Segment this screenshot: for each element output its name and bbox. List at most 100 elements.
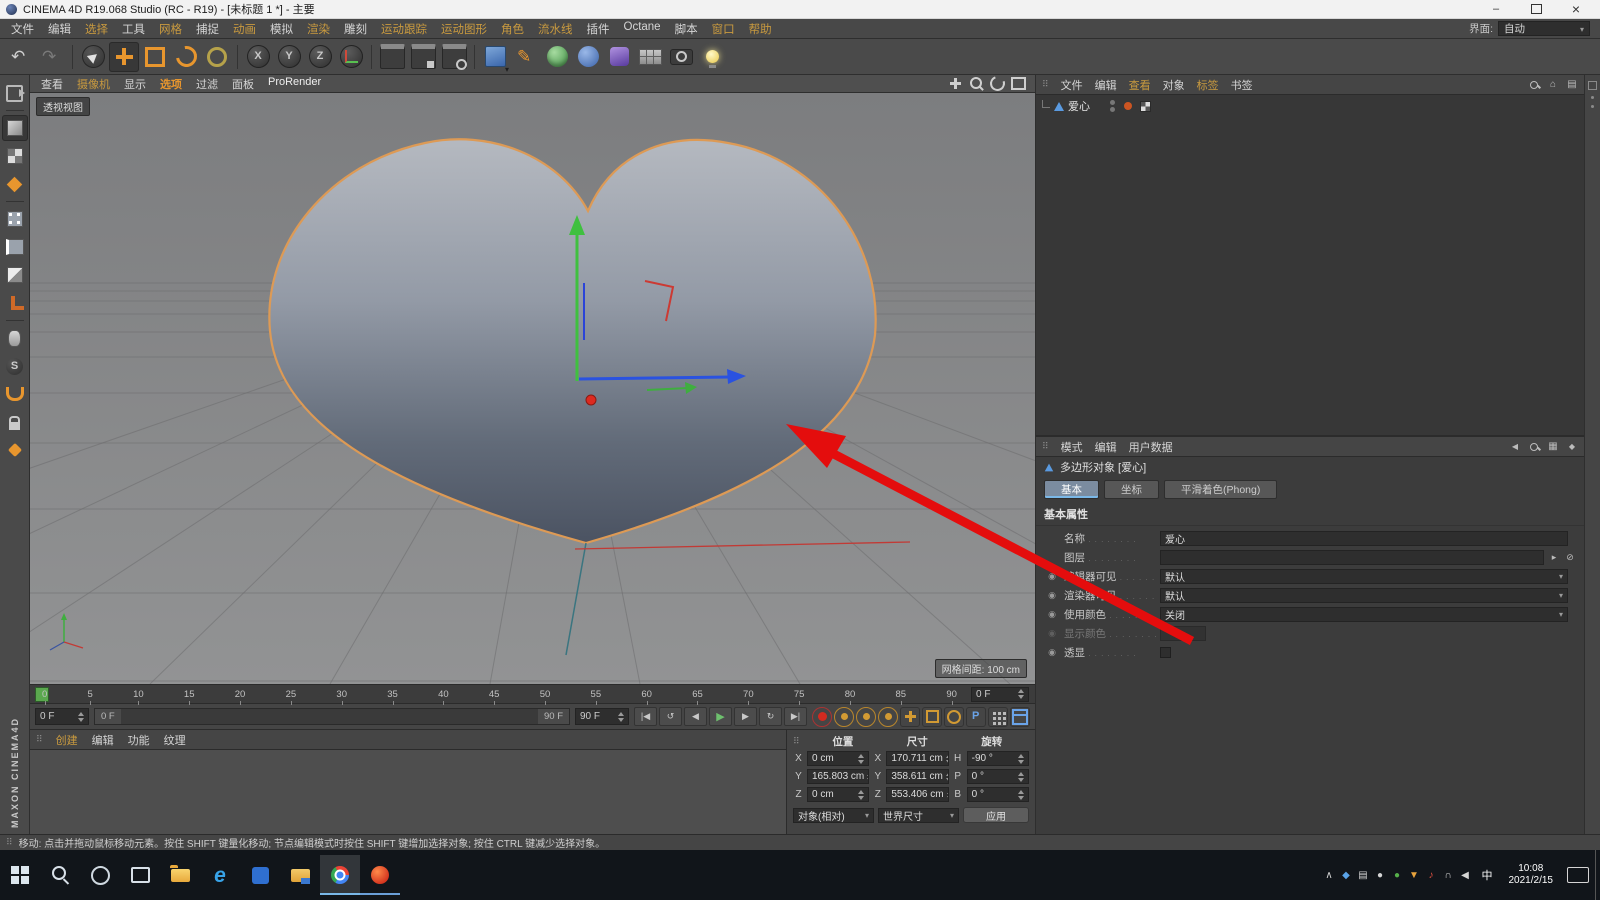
- scale-tool[interactable]: [140, 42, 170, 72]
- add-light-button[interactable]: [697, 42, 727, 72]
- attribute-menu-item[interactable]: 编辑: [1089, 439, 1123, 455]
- wechat-icon[interactable]: ●: [1389, 870, 1406, 881]
- input-language-indicator[interactable]: 中: [1474, 867, 1501, 883]
- position-y-field[interactable]: 165.803 cm: [807, 769, 869, 784]
- menu-item[interactable]: 插件: [580, 21, 617, 37]
- viewport-menu-item[interactable]: 显示: [117, 76, 153, 92]
- keyframe-position-toggle[interactable]: [900, 707, 920, 727]
- prev-frame-button[interactable]: ◀: [684, 707, 707, 726]
- add-camera-button[interactable]: [666, 42, 696, 72]
- task-view-button[interactable]: [120, 855, 160, 895]
- size-x-field[interactable]: 170.711 cm: [886, 751, 948, 766]
- live-selection-tool[interactable]: [78, 42, 108, 72]
- keyframe-dot-icon[interactable]: [1048, 571, 1056, 582]
- end-frame-field[interactable]: 90 F: [575, 708, 629, 725]
- menu-item[interactable]: 文件: [4, 21, 41, 37]
- name-field[interactable]: 爱心: [1160, 531, 1568, 546]
- polygons-mode-button[interactable]: [2, 262, 28, 288]
- last-used-tool[interactable]: [202, 42, 232, 72]
- menu-item[interactable]: 角色: [494, 21, 531, 37]
- move-tool[interactable]: [109, 42, 139, 72]
- viewport-menu-item[interactable]: 选项: [153, 76, 189, 92]
- folder-icon[interactable]: [280, 855, 320, 895]
- keyframe-pla-toggle[interactable]: [988, 707, 1008, 727]
- timeline-ruler[interactable]: 051015202530354045505560657075808590 0 F: [30, 684, 1035, 704]
- rotation-b-field[interactable]: 0 °: [967, 787, 1029, 802]
- autokey-position-button[interactable]: [834, 707, 854, 727]
- renderer-visibility-dropdown[interactable]: 默认: [1160, 588, 1568, 603]
- visibility-dots-icon[interactable]: [1110, 100, 1115, 112]
- viewport-menu-item[interactable]: 过滤: [189, 76, 225, 92]
- menu-item[interactable]: 网格: [152, 21, 189, 37]
- start-frame-field[interactable]: 0 F: [35, 708, 89, 725]
- coordinate-system-button[interactable]: [336, 42, 366, 72]
- preview-range-slider[interactable]: 0 F 90 F: [94, 708, 570, 725]
- render-settings-button[interactable]: [439, 42, 469, 72]
- viewport-maximize-icon[interactable]: [1010, 76, 1027, 91]
- volume-icon[interactable]: ◀: [1457, 870, 1474, 881]
- viewport-menu-item[interactable]: 面板: [225, 76, 261, 92]
- make-editable-button[interactable]: [2, 80, 28, 106]
- menu-item[interactable]: 窗口: [705, 21, 742, 37]
- layer-clear-icon[interactable]: [1564, 552, 1576, 563]
- menu-item[interactable]: 动画: [226, 21, 263, 37]
- render-picture-viewer-button[interactable]: [408, 42, 438, 72]
- viewport-canvas[interactable]: 透视视图 网格间距: 100 cm: [30, 93, 1035, 684]
- menu-item[interactable]: 运动跟踪: [374, 21, 434, 37]
- size-y-field[interactable]: 358.611 cm: [886, 769, 948, 784]
- menu-item[interactable]: 渲染: [300, 21, 337, 37]
- attribute-menu-item[interactable]: 模式: [1055, 439, 1089, 455]
- menu-item[interactable]: Octane: [617, 21, 668, 37]
- close-button[interactable]: [1556, 0, 1596, 19]
- display-icon[interactable]: ▤: [1355, 870, 1372, 881]
- autokey-rotation-button[interactable]: [878, 707, 898, 727]
- menu-item[interactable]: 模拟: [263, 21, 300, 37]
- x-axis-lock-button[interactable]: [243, 42, 273, 72]
- redo-button[interactable]: [37, 42, 67, 72]
- object-manager-menu-item[interactable]: 查看: [1123, 77, 1157, 93]
- download-icon[interactable]: ▼: [1406, 870, 1423, 881]
- keyframe-rotation-toggle[interactable]: [944, 707, 964, 727]
- next-frame-button[interactable]: ▶: [734, 707, 757, 726]
- points-mode-button[interactable]: [2, 206, 28, 232]
- menu-item[interactable]: 工具: [115, 21, 152, 37]
- range-end-handle[interactable]: 90 F: [538, 709, 569, 724]
- z-axis-lock-button[interactable]: [305, 42, 335, 72]
- panel-grip-icon[interactable]: [1042, 441, 1049, 452]
- object-tree[interactable]: 爱心: [1036, 95, 1584, 435]
- position-x-field[interactable]: 0 cm: [807, 751, 869, 766]
- layer-field[interactable]: [1160, 550, 1544, 565]
- play-button[interactable]: ▶: [709, 707, 732, 726]
- minimize-button[interactable]: [1476, 0, 1516, 19]
- transform-mode-dropdown[interactable]: 对象(相对): [793, 808, 874, 823]
- autokey-scale-button[interactable]: [856, 707, 876, 727]
- viewport-pan-icon[interactable]: [947, 76, 964, 91]
- lock-icon[interactable]: [1566, 441, 1578, 452]
- object-manager-menu-item[interactable]: 对象: [1157, 77, 1191, 93]
- taskbar-clock[interactable]: 10:08 2021/2/15: [1501, 863, 1562, 888]
- interface-dropdown[interactable]: 自动: [1498, 21, 1590, 36]
- lock-workplane-button[interactable]: [2, 409, 28, 435]
- use-color-dropdown[interactable]: 关闭: [1160, 607, 1568, 622]
- music-icon[interactable]: ♪: [1423, 870, 1440, 881]
- add-subdivision-surface-button[interactable]: [542, 42, 572, 72]
- texture-axis-button[interactable]: [2, 437, 28, 463]
- keyframe-dot-icon[interactable]: [1048, 647, 1056, 658]
- app-icon-blue[interactable]: [240, 855, 280, 895]
- rotate-tool[interactable]: [171, 42, 201, 72]
- viewport-zoom-icon[interactable]: [968, 76, 985, 91]
- attribute-tab[interactable]: 平滑着色(Phong): [1164, 480, 1277, 499]
- search-icon[interactable]: [1528, 80, 1540, 89]
- display-tag-icon[interactable]: [1124, 102, 1132, 110]
- material-menu-item[interactable]: 创建: [49, 732, 85, 748]
- menu-item[interactable]: 帮助: [742, 21, 779, 37]
- record-keyframe-button[interactable]: [812, 707, 832, 727]
- edge-icon[interactable]: [200, 855, 240, 895]
- material-menu-item[interactable]: 纹理: [157, 732, 193, 748]
- display-color-field[interactable]: [1160, 626, 1206, 641]
- viewport-orbit-icon[interactable]: [989, 76, 1006, 91]
- goto-end-button[interactable]: ▶|: [784, 707, 807, 726]
- search-button[interactable]: [40, 855, 80, 895]
- undo-button[interactable]: [6, 42, 36, 72]
- dock-tab-icon[interactable]: [1588, 81, 1597, 90]
